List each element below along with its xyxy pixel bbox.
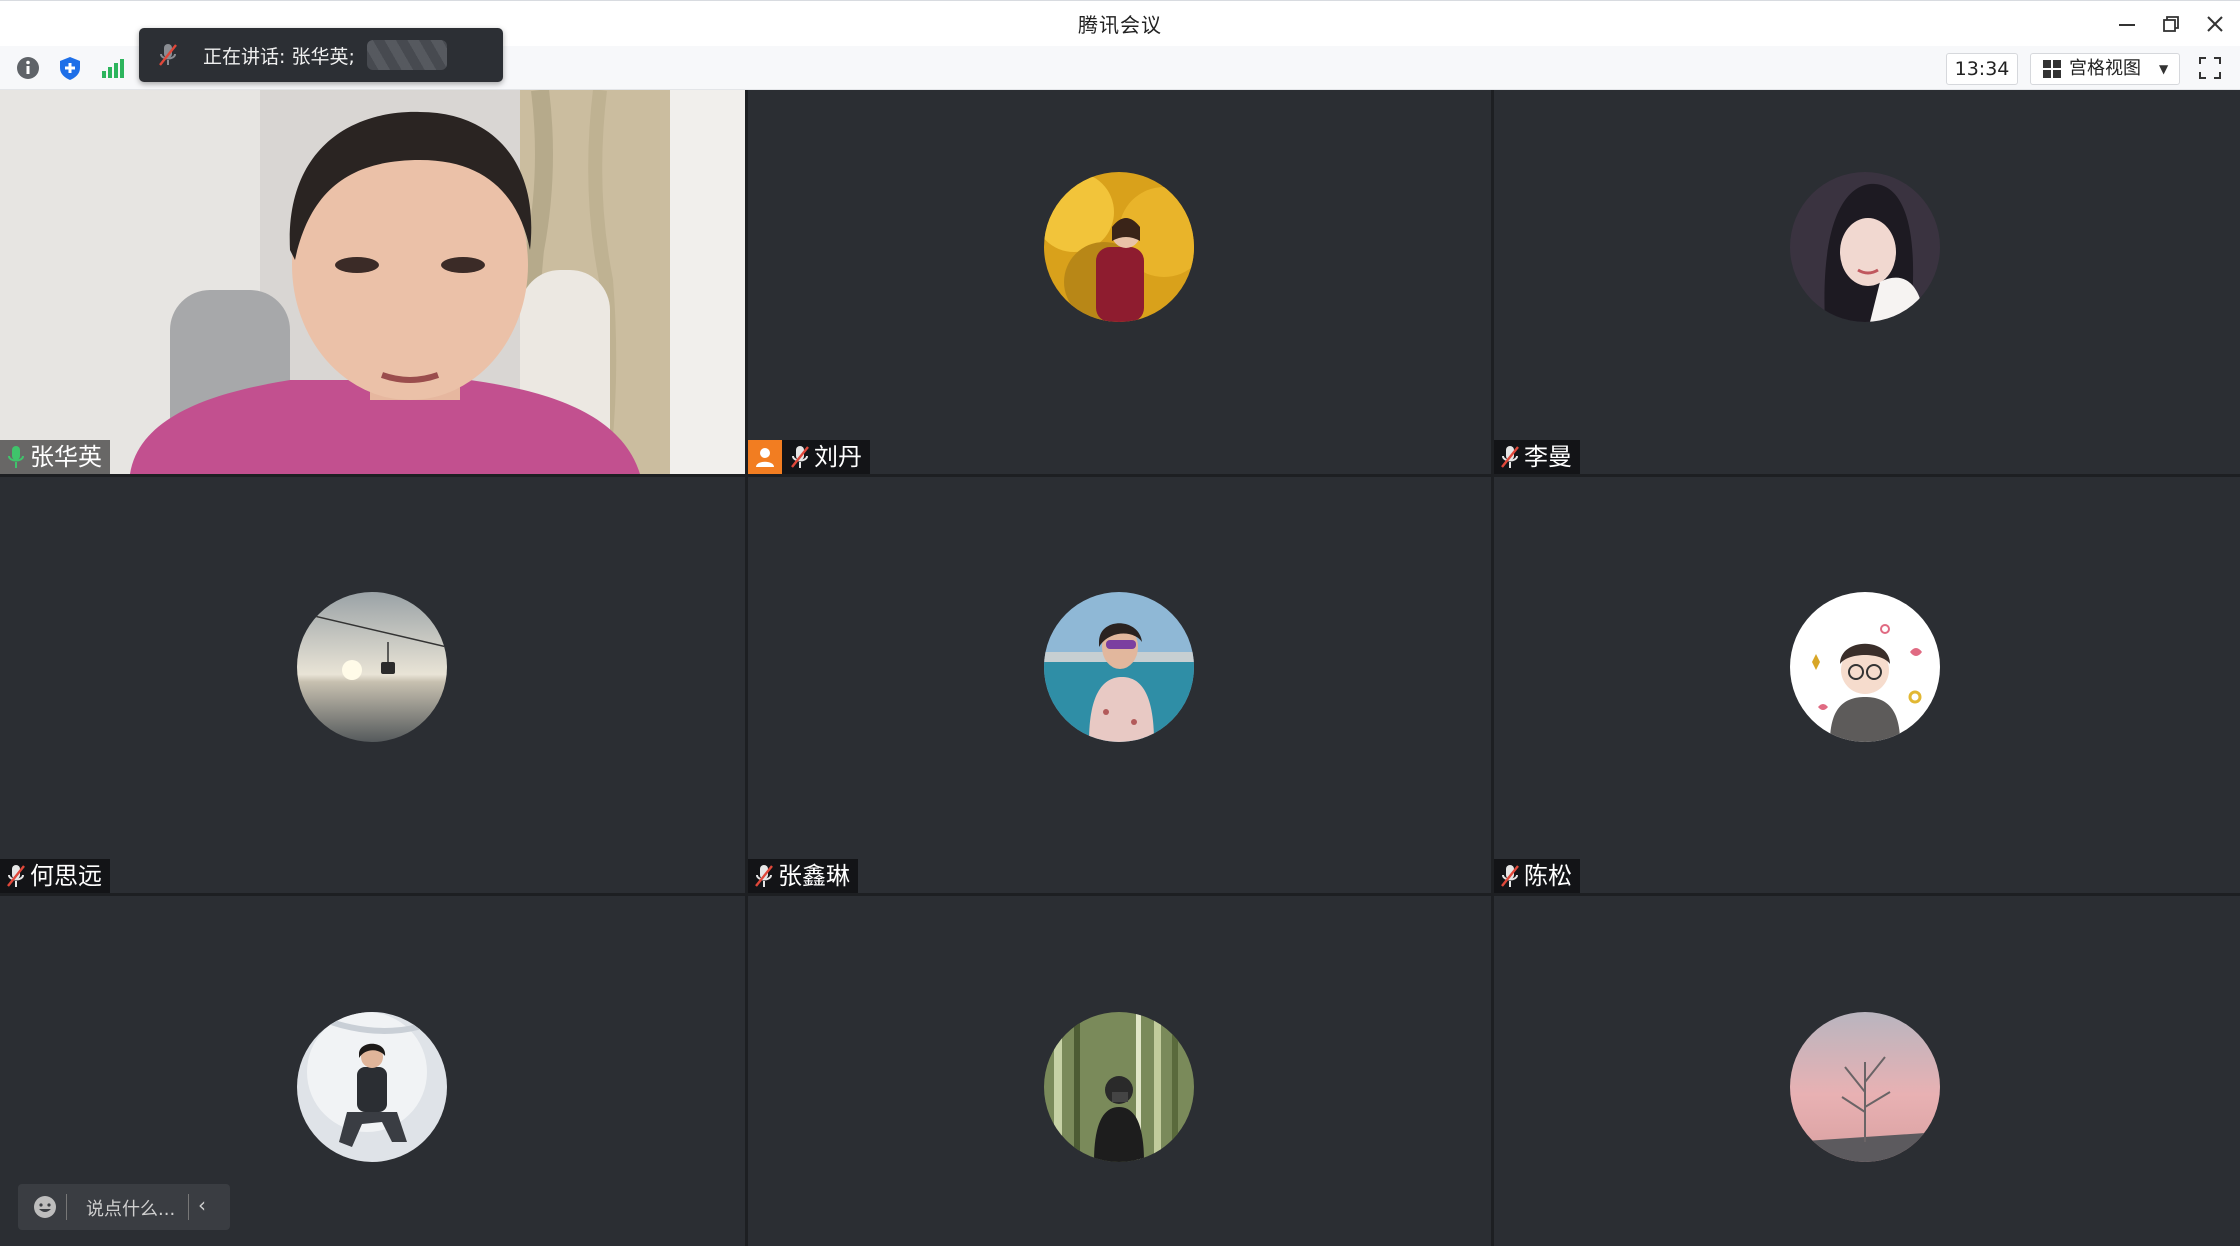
video-grid: 张华英 刘丹 李曼 何思远 张鑫琳 陈松 说点什么... ‹ xyxy=(0,90,2240,1246)
redacted-area xyxy=(367,40,447,70)
avatar xyxy=(1790,172,1940,322)
restore-button[interactable] xyxy=(2154,9,2188,39)
close-icon xyxy=(2207,16,2223,32)
fullscreen-button[interactable] xyxy=(2196,54,2224,82)
divider xyxy=(66,1194,67,1220)
avatar xyxy=(297,1012,447,1162)
info-button[interactable] xyxy=(14,54,42,82)
chat-placeholder: 说点什么... xyxy=(86,1199,176,1220)
close-button[interactable] xyxy=(2198,9,2232,39)
avatar-image xyxy=(1790,172,1940,322)
minimize-button[interactable] xyxy=(2110,9,2144,39)
network-signal-button[interactable] xyxy=(98,54,126,82)
avatar xyxy=(1790,592,1940,742)
security-button[interactable] xyxy=(56,54,84,82)
participant-name: 张华英 xyxy=(30,443,102,471)
signal-bars-icon xyxy=(102,59,124,78)
muted-mic-icon xyxy=(1501,446,1519,468)
participant-nametag: 陈松 xyxy=(1494,859,1580,893)
participant-tile-2[interactable]: 刘丹 xyxy=(748,90,1491,474)
avatar-image xyxy=(297,592,447,742)
muted-mic-icon xyxy=(1501,865,1519,887)
grid-view-icon xyxy=(2043,60,2061,78)
participant-name: 刘丹 xyxy=(814,443,862,471)
meeting-clock: 13:34 xyxy=(1946,53,2018,85)
emoji-icon[interactable] xyxy=(32,1194,58,1220)
restore-icon xyxy=(2163,16,2179,32)
avatar xyxy=(1790,1012,1940,1162)
participant-tile-5[interactable]: 张鑫琳 xyxy=(748,477,1491,893)
avatar-image xyxy=(1044,592,1194,742)
participant-tile-1[interactable]: 张华英 xyxy=(0,90,745,474)
participant-name: 陈松 xyxy=(1524,862,1572,890)
avatar-image xyxy=(1790,592,1940,742)
muted-mic-icon xyxy=(159,44,177,66)
view-mode-dropdown[interactable]: 宫格视图 ▼ xyxy=(2030,53,2180,85)
camera-feed xyxy=(0,90,745,474)
muted-mic-icon xyxy=(755,865,773,887)
avatar-image xyxy=(1044,1012,1194,1162)
participant-name: 张鑫琳 xyxy=(778,862,850,890)
avatar xyxy=(1044,172,1194,322)
avatar xyxy=(1044,1012,1194,1162)
avatar xyxy=(1044,592,1194,742)
fullscreen-icon xyxy=(2199,57,2221,79)
participant-tile-6[interactable]: 陈松 xyxy=(1494,477,2240,893)
host-badge xyxy=(748,440,782,474)
speaking-text: 正在讲话: 张华英; xyxy=(203,46,355,68)
participant-tile-4[interactable]: 何思远 xyxy=(0,477,745,893)
chat-input-bar[interactable]: 说点什么... ‹ xyxy=(18,1184,230,1230)
avatar-image xyxy=(1790,1012,1940,1162)
view-mode-label: 宫格视图 xyxy=(2069,58,2141,79)
participant-nametag: 刘丹 xyxy=(748,440,870,474)
mic-on-icon xyxy=(8,446,24,468)
collapse-chevron-icon[interactable]: ‹ xyxy=(198,1193,206,1217)
chevron-down-icon: ▼ xyxy=(2159,62,2169,76)
host-person-icon xyxy=(756,448,774,467)
minimize-icon xyxy=(2119,24,2135,26)
participant-tile-9[interactable] xyxy=(1494,896,2240,1246)
participant-tile-7[interactable]: 说点什么... ‹ xyxy=(0,896,745,1246)
divider xyxy=(188,1194,189,1220)
avatar-image xyxy=(297,1012,447,1162)
avatar-image xyxy=(1044,172,1194,322)
shield-icon xyxy=(60,57,80,80)
participant-nametag: 李曼 xyxy=(1494,440,1580,474)
muted-mic-icon xyxy=(791,446,809,468)
avatar xyxy=(297,592,447,742)
speaking-indicator: 正在讲话: 张华英; xyxy=(139,28,503,82)
participant-tile-8[interactable] xyxy=(748,896,1491,1246)
participant-name: 何思远 xyxy=(30,862,102,890)
info-icon xyxy=(17,57,39,79)
participant-nametag: 何思远 xyxy=(0,859,110,893)
participant-name: 李曼 xyxy=(1524,443,1572,471)
participant-nametag: 张鑫琳 xyxy=(748,859,858,893)
muted-mic-icon xyxy=(7,865,25,887)
participant-nametag: 张华英 xyxy=(0,440,110,474)
participant-tile-3[interactable]: 李曼 xyxy=(1494,90,2240,474)
